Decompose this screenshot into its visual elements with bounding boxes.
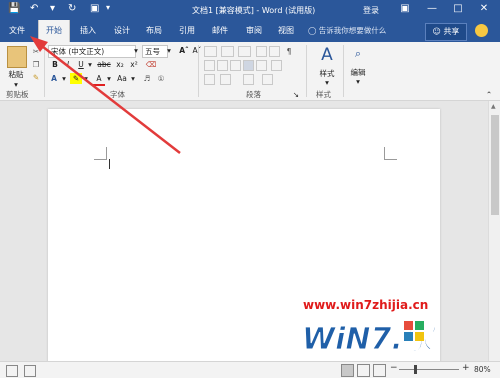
zoom-slider-thumb[interactable] — [414, 365, 417, 374]
status-bar: − + 80% — [0, 361, 500, 378]
zoom-slider[interactable] — [399, 369, 459, 370]
web-layout-icon[interactable] — [373, 364, 386, 377]
zoom-in-icon[interactable]: + — [462, 363, 470, 373]
read-mode-icon[interactable] — [341, 364, 354, 377]
watermark-logo: WiN7.家 — [302, 321, 437, 358]
zoom-level[interactable]: 80% — [474, 365, 491, 374]
page-info-icon[interactable] — [6, 365, 18, 377]
arrow-shaft — [37, 42, 181, 154]
zoom-out-icon[interactable]: − — [390, 363, 398, 373]
print-layout-icon[interactable] — [357, 364, 370, 377]
watermark-url: www.win7zhijia.cn — [303, 298, 429, 312]
language-icon[interactable] — [24, 365, 36, 377]
